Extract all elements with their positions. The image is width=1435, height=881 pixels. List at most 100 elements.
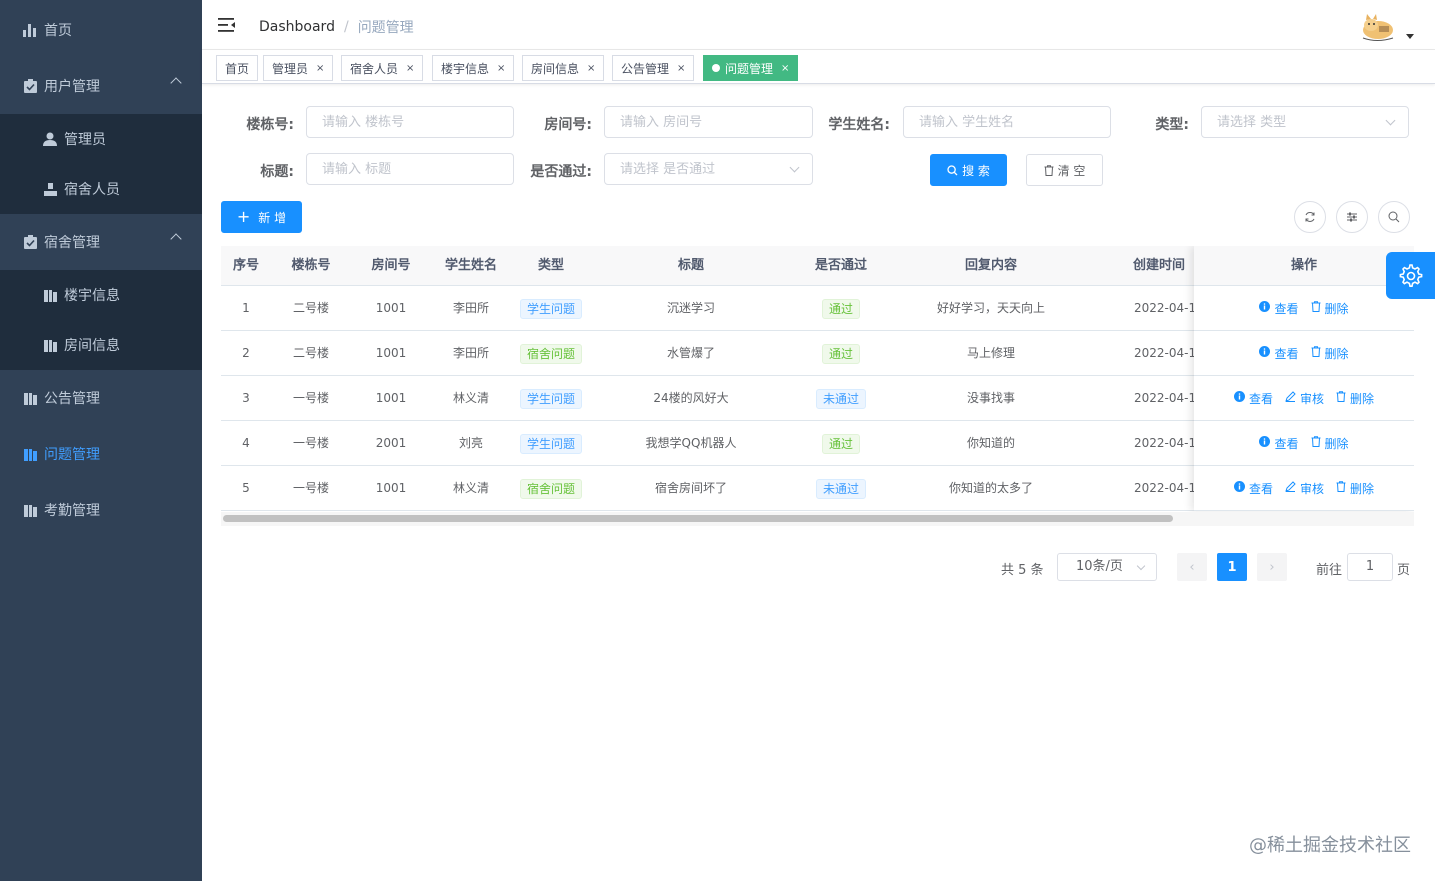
cell-no: 1 (242, 301, 250, 315)
reset-button[interactable]: 清 空 (1026, 154, 1103, 186)
breadcrumb-home[interactable]: Dashboard (259, 19, 335, 35)
sidebar-item-dorm-staff[interactable]: 宿舍人员 (0, 164, 202, 214)
tag-label: 房间信息 (531, 61, 580, 76)
review-button[interactable]: 审核 (1285, 480, 1324, 497)
trash-icon (1336, 481, 1346, 495)
sidebar-item-issue-management[interactable]: 问题管理 (0, 429, 202, 479)
cell-created: 2022-04-17 (1134, 301, 1194, 315)
close-icon[interactable]: × (677, 63, 685, 74)
cell-pass: 未通过 (791, 466, 891, 511)
edit-icon (1285, 391, 1296, 405)
add-button-label: 新 增 (258, 210, 287, 225)
close-icon[interactable]: × (406, 63, 414, 74)
sidebar-item-home[interactable]: 首页 (0, 5, 202, 55)
page-button[interactable]: 1 (1217, 553, 1247, 581)
cell-room: 1001 (375, 391, 407, 405)
operations-cell: 查看 删除 (1194, 331, 1414, 376)
add-button[interactable]: + 新 增 (221, 201, 302, 233)
cell-pass: 通过 (791, 286, 891, 331)
title-input[interactable] (306, 153, 514, 185)
room-input[interactable] (604, 106, 813, 138)
close-icon[interactable]: × (497, 63, 505, 74)
avatar[interactable] (1357, 8, 1397, 46)
page-size-select[interactable]: 10条/页 (1057, 553, 1157, 581)
chevron-down-icon (1136, 561, 1146, 571)
tag-building-info[interactable]: 楼宇信息 × (432, 55, 515, 81)
cell-room: 2001 (375, 436, 407, 450)
horizontal-scrollbar[interactable] (223, 515, 1173, 522)
sidebar-item-label: 用户管理 (44, 79, 100, 95)
student-input[interactable] (903, 106, 1111, 138)
room-field[interactable] (605, 107, 812, 137)
status-badge: 未通过 (815, 388, 866, 409)
delete-button[interactable]: 删除 (1311, 345, 1349, 362)
search-button[interactable]: 搜 索 (930, 154, 1007, 186)
toggle-search-button[interactable] (1378, 201, 1410, 233)
gear-icon (1399, 263, 1423, 288)
status-badge: 通过 (821, 298, 860, 319)
tag-room-info[interactable]: 房间信息 × (522, 55, 605, 81)
delete-button[interactable]: 删除 (1311, 300, 1349, 317)
cell-no: 5 (242, 481, 250, 495)
tag-issue-management[interactable]: 问题管理 × (703, 55, 799, 81)
view-button[interactable]: 查看 (1259, 345, 1299, 362)
sidebar-item-admin[interactable]: 管理员 (0, 114, 202, 164)
column-header: 楼栋号 (291, 258, 331, 273)
view-button[interactable]: 查看 (1259, 435, 1299, 452)
type-field[interactable] (1202, 107, 1408, 137)
sidebar-item-attendance-management[interactable]: 考勤管理 (0, 485, 202, 535)
delete-label: 删除 (1350, 481, 1375, 496)
building-icon (22, 446, 38, 462)
sidebar-item-dorm-management[interactable]: 宿舍管理 (0, 217, 202, 267)
review-button[interactable]: 审核 (1285, 390, 1324, 407)
view-button[interactable]: 查看 (1233, 390, 1273, 407)
tag-admin[interactable]: 管理员 × (263, 55, 334, 81)
columns-button[interactable] (1336, 201, 1368, 233)
hamburger-icon[interactable] (218, 17, 236, 33)
cell-type: 宿舍问题 (511, 466, 591, 511)
refresh-button[interactable] (1294, 201, 1326, 233)
search-icon (947, 164, 958, 176)
cell-reply: 马上修理 (966, 346, 1015, 360)
student-field[interactable] (904, 107, 1110, 137)
sidebar-item-label: 楼宇信息 (64, 288, 120, 304)
sidebar-item-notice-management[interactable]: 公告管理 (0, 373, 202, 423)
delete-button[interactable]: 删除 (1336, 390, 1374, 407)
tag-label: 宿舍人员 (350, 61, 399, 76)
delete-button[interactable]: 删除 (1336, 480, 1374, 497)
next-page-button[interactable]: › (1257, 553, 1287, 581)
settings-button[interactable] (1386, 252, 1435, 299)
prev-page-button[interactable]: ‹ (1177, 553, 1207, 581)
delete-button[interactable]: 删除 (1311, 435, 1349, 452)
tag-notice-management[interactable]: 公告管理 × (612, 55, 695, 81)
title-field[interactable] (307, 154, 513, 184)
building-field[interactable] (307, 107, 513, 137)
type-label: 类型: (1155, 117, 1189, 133)
pass-field[interactable] (605, 154, 812, 184)
building-input[interactable] (306, 106, 514, 138)
sidebar-item-room-info[interactable]: 房间信息 (0, 320, 202, 370)
trash-icon (1336, 391, 1346, 405)
type-select[interactable] (1201, 106, 1409, 138)
view-label: 查看 (1248, 391, 1273, 406)
sidebar-item-user-management[interactable]: 用户管理 (0, 61, 202, 111)
tag-home[interactable]: 首页 (216, 55, 259, 81)
chevron-right-icon: › (1269, 559, 1275, 575)
close-icon[interactable]: × (316, 63, 324, 74)
close-icon[interactable]: × (781, 63, 789, 74)
view-button[interactable]: 查看 (1233, 480, 1273, 497)
goto-input[interactable]: 1 (1347, 553, 1393, 581)
sidebar-item-building-info[interactable]: 楼宇信息 (0, 270, 202, 320)
cell-student: 林义清 (452, 481, 489, 495)
type-tag: 学生问题 (519, 298, 582, 319)
view-button[interactable]: 查看 (1259, 300, 1299, 317)
bar-chart-icon (22, 22, 38, 38)
view-label: 查看 (1274, 436, 1299, 451)
tag-label: 管理员 (272, 61, 309, 76)
pass-select[interactable] (604, 153, 813, 185)
close-icon[interactable]: × (587, 63, 595, 74)
caret-down-icon[interactable] (1406, 34, 1414, 39)
column-header: 创建时间 (1133, 258, 1186, 273)
building-icon (42, 337, 58, 353)
tag-dorm-staff[interactable]: 宿舍人员 × (341, 55, 424, 81)
